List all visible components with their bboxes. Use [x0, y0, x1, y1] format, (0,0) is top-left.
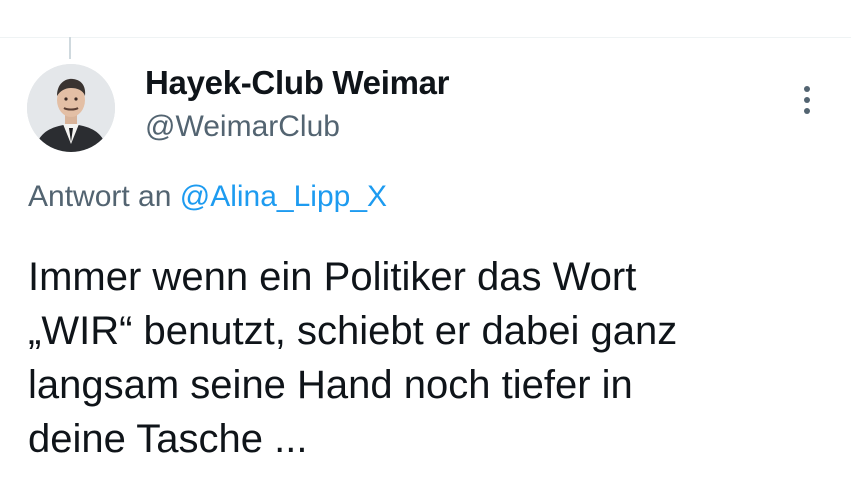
reply-prefix: Antwort an [28, 180, 180, 213]
more-options-button[interactable] [790, 80, 824, 120]
more-options-icon [804, 86, 810, 114]
thread-connector-line [69, 37, 71, 59]
reply-mention-link[interactable]: @Alina_Lipp_X [180, 180, 387, 213]
author-display-name[interactable]: Hayek-Club Weimar [145, 64, 450, 102]
portrait-photo-icon [27, 64, 115, 152]
avatar[interactable] [27, 64, 115, 152]
tweet-text-line: „WIR“ benutzt, schiebt er dabei ganz [28, 309, 678, 353]
reply-context: Antwort an @Alina_Lipp_X [28, 180, 387, 214]
tweet-text-line: langsam seine Hand noch tiefer in [28, 363, 633, 407]
top-divider [0, 37, 851, 38]
tweet-text-line: Immer wenn ein Politiker das Wort [28, 255, 637, 299]
tweet-text-line: deine Tasche ... [28, 417, 308, 461]
tweet-text: Immer wenn ein Politiker das Wort „WIR“ … [28, 250, 828, 466]
author-handle[interactable]: @WeimarClub [145, 110, 340, 144]
